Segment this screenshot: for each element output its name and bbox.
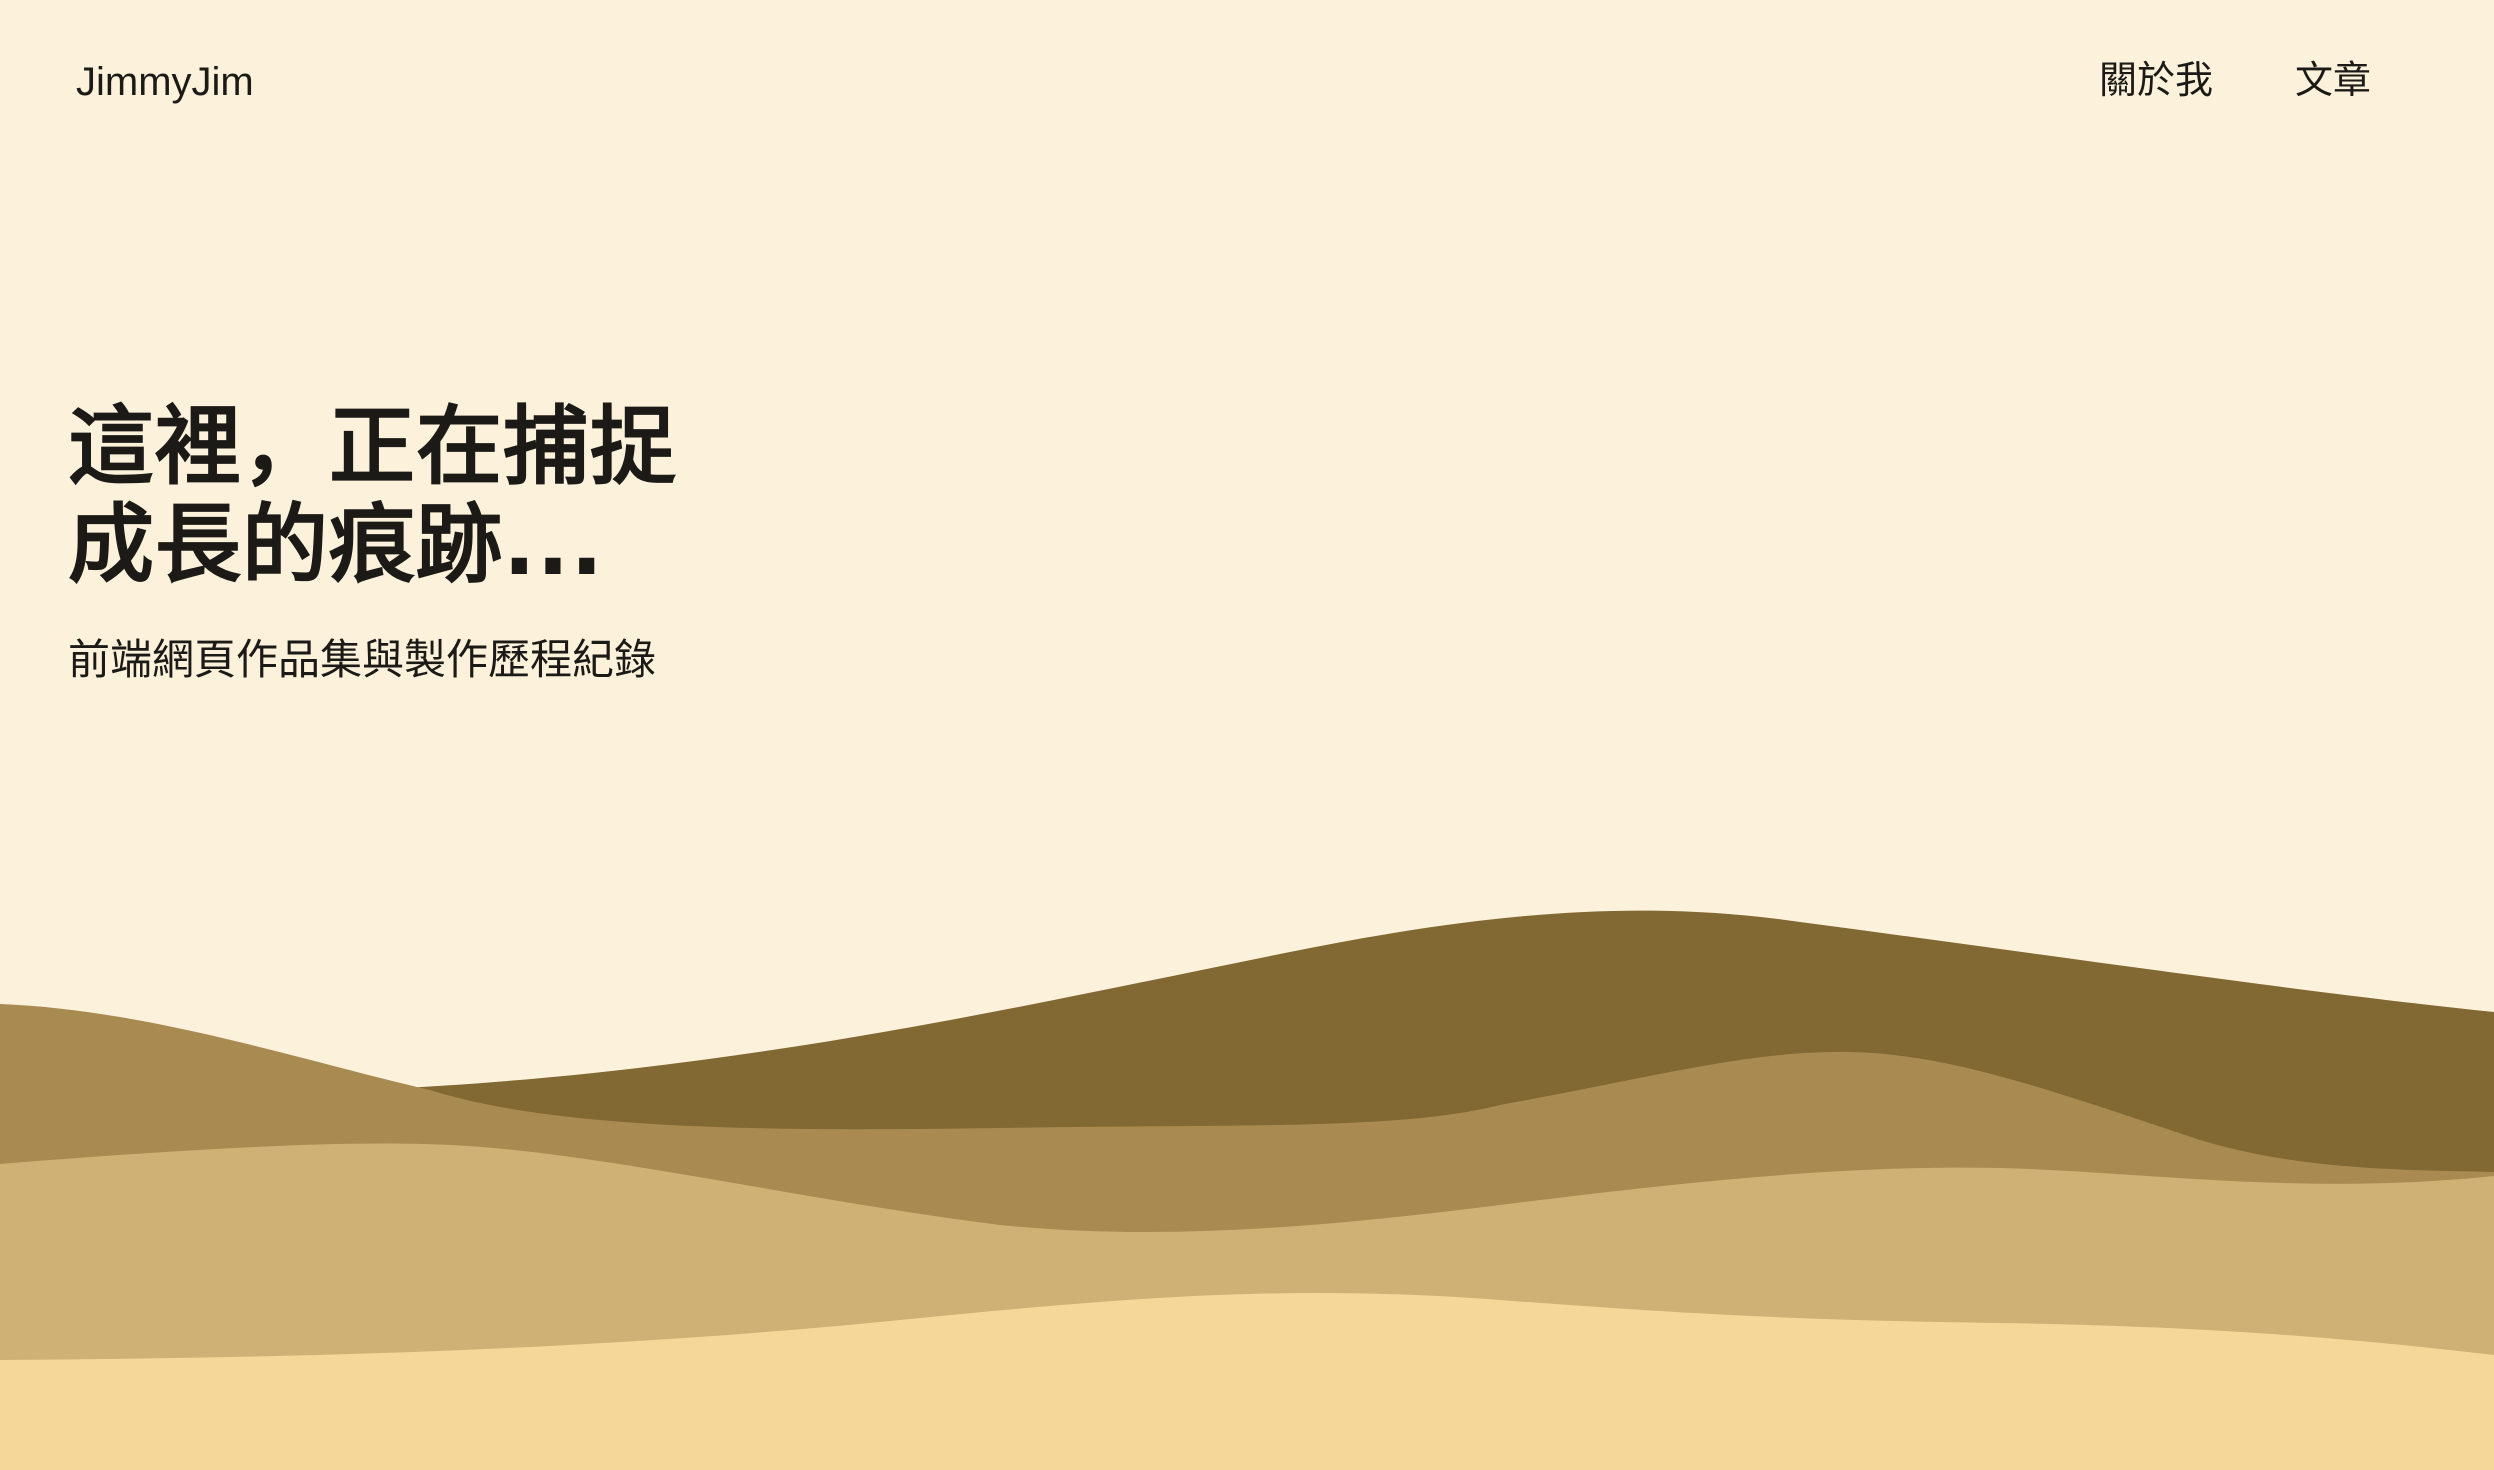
desert-dunes-illustration (0, 910, 2494, 1470)
main-nav: 關於我 文章 (2099, 54, 2371, 106)
site-logo[interactable]: JimmyJim (76, 56, 254, 108)
dune-front (0, 1143, 2494, 1470)
hero-title-line-1: 這裡，正在捕捉 (68, 397, 677, 497)
nav-link-about[interactable]: 關於我 (2099, 54, 2213, 106)
hero-section: 這裡，正在捕捉 成長的痕跡... 前端網頁作品集與製作歷程紀錄 (68, 398, 828, 688)
hero-title: 這裡，正在捕捉 成長的痕跡... (68, 398, 828, 594)
site-header: JimmyJim 關於我 文章 (0, 0, 2494, 170)
dune-middle (0, 1004, 2494, 1470)
dune-foreground (0, 1292, 2494, 1470)
dune-back (300, 910, 2494, 1470)
nav-link-articles[interactable]: 文章 (2295, 54, 2371, 106)
hero-title-line-2: 成長的痕跡... (68, 495, 605, 595)
hero-subtitle: 前端網頁作品集與製作歷程紀錄 (68, 635, 657, 684)
